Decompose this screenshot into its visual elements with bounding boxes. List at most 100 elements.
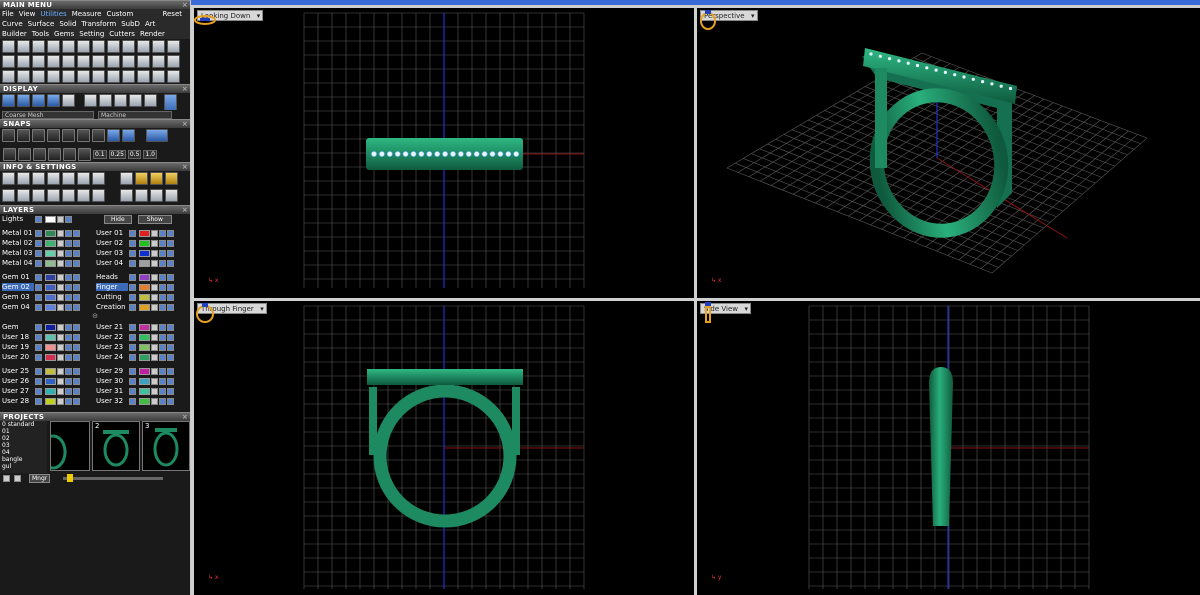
layer-color-swatch[interactable] bbox=[139, 239, 150, 247]
layer-color[interactable] bbox=[45, 215, 56, 223]
menu-cutters[interactable]: Cutters bbox=[109, 30, 135, 38]
lock-icon[interactable] bbox=[57, 323, 64, 331]
layer-name[interactable]: User 25 bbox=[2, 367, 34, 375]
layer-vis[interactable] bbox=[73, 353, 80, 361]
layer-vis[interactable] bbox=[167, 323, 174, 331]
layer-name[interactable]: User 26 bbox=[2, 377, 34, 385]
layer-color-swatch[interactable] bbox=[45, 293, 56, 301]
layer-vis[interactable] bbox=[73, 273, 80, 281]
info-icon[interactable] bbox=[165, 189, 178, 202]
snap-icon[interactable] bbox=[122, 129, 135, 142]
layer-name[interactable]: Finger bbox=[96, 283, 128, 291]
snap-icon[interactable] bbox=[2, 129, 15, 142]
lock-icon[interactable] bbox=[151, 249, 158, 257]
viewport-through-finger[interactable]: Through Finger ↳ x bbox=[194, 301, 694, 595]
layer-name[interactable]: User 01 bbox=[96, 229, 128, 237]
layer-vis[interactable] bbox=[65, 333, 72, 341]
info-icon[interactable] bbox=[77, 189, 90, 202]
layer-toggle[interactable] bbox=[35, 323, 42, 331]
project-item[interactable]: 03 bbox=[2, 442, 47, 449]
shading-icon[interactable] bbox=[47, 94, 60, 107]
tool-icon[interactable] bbox=[77, 40, 90, 53]
layer-color-swatch[interactable] bbox=[139, 249, 150, 257]
layer-toggle[interactable] bbox=[129, 353, 136, 361]
layer-toggle[interactable] bbox=[35, 353, 42, 361]
layer-vis[interactable] bbox=[65, 377, 72, 385]
layer-name[interactable]: User 32 bbox=[96, 397, 128, 405]
layer-toggle[interactable] bbox=[35, 259, 42, 267]
lock-icon[interactable] bbox=[57, 353, 64, 361]
layer-vis[interactable] bbox=[65, 293, 72, 301]
layer-toggle[interactable] bbox=[35, 249, 42, 257]
display-scroll-icon[interactable] bbox=[164, 94, 177, 110]
layer-toggle[interactable] bbox=[35, 343, 42, 351]
tool-icon[interactable] bbox=[122, 70, 135, 83]
tool-icon[interactable] bbox=[2, 55, 15, 68]
lock-icon[interactable] bbox=[151, 259, 158, 267]
menu-view[interactable]: View bbox=[19, 10, 36, 18]
layer-vis[interactable] bbox=[167, 333, 174, 341]
layer-vis[interactable] bbox=[73, 367, 80, 375]
layer-vis[interactable] bbox=[159, 283, 166, 291]
layer-toggle[interactable] bbox=[129, 387, 136, 395]
menu-setting[interactable]: Setting bbox=[79, 30, 104, 38]
menu-surface[interactable]: Surface bbox=[28, 20, 55, 28]
info-icon[interactable] bbox=[120, 189, 133, 202]
viewport-looking-down[interactable]: Looking Down ↳ x bbox=[194, 8, 694, 298]
hide-button[interactable]: Hide bbox=[104, 214, 132, 224]
layer-toggle[interactable] bbox=[129, 303, 136, 311]
layer-vis[interactable] bbox=[159, 353, 166, 361]
tool-icon[interactable] bbox=[32, 70, 45, 83]
layer-color-swatch[interactable] bbox=[45, 283, 56, 291]
up-icon[interactable] bbox=[14, 474, 21, 482]
tool-icon[interactable] bbox=[47, 55, 60, 68]
layer-toggle[interactable] bbox=[129, 249, 136, 257]
project-thumb[interactable]: 2 bbox=[92, 421, 140, 471]
layer-color-swatch[interactable] bbox=[45, 333, 56, 341]
projects-list[interactable]: 0 standard 01 02 03 04 bangle gul bbox=[0, 421, 47, 473]
layer-toggle[interactable] bbox=[129, 229, 136, 237]
layer-color-swatch[interactable] bbox=[139, 323, 150, 331]
layer-vis[interactable] bbox=[65, 239, 72, 247]
snap-value-2[interactable]: 0.5 bbox=[127, 149, 142, 159]
lock-icon[interactable] bbox=[151, 323, 158, 331]
layer-toggle[interactable] bbox=[129, 283, 136, 291]
layer-vis[interactable] bbox=[65, 273, 72, 281]
lock-icon[interactable] bbox=[57, 367, 64, 375]
layer-name[interactable]: Gem 01 bbox=[2, 273, 34, 281]
layer-toggle[interactable] bbox=[35, 239, 42, 247]
tool-icon[interactable] bbox=[17, 55, 30, 68]
lock-icon[interactable] bbox=[57, 215, 64, 223]
mesh-select[interactable]: Coarse Mesh bbox=[2, 110, 94, 119]
menu-custom[interactable]: Custom bbox=[106, 10, 133, 18]
info-icon[interactable] bbox=[92, 172, 105, 185]
layer-vis[interactable] bbox=[65, 249, 72, 257]
tool-icon[interactable] bbox=[17, 40, 30, 53]
show-button[interactable]: Show bbox=[137, 214, 172, 224]
layer-name[interactable]: Metal 04 bbox=[2, 259, 34, 267]
project-item[interactable]: 01 bbox=[2, 428, 47, 435]
layer-vis[interactable] bbox=[73, 259, 80, 267]
layer-color-swatch[interactable] bbox=[45, 397, 56, 405]
info-icon[interactable] bbox=[165, 172, 178, 185]
layer-color-swatch[interactable] bbox=[139, 333, 150, 341]
layer-color-swatch[interactable] bbox=[139, 367, 150, 375]
sphere-icon[interactable] bbox=[129, 94, 142, 107]
layer-vis[interactable] bbox=[159, 273, 166, 281]
layer-vis[interactable] bbox=[73, 377, 80, 385]
layer-color-swatch[interactable] bbox=[45, 239, 56, 247]
layer-color-swatch[interactable] bbox=[45, 303, 56, 311]
layer-toggle[interactable] bbox=[129, 259, 136, 267]
menu-solid[interactable]: Solid bbox=[59, 20, 76, 28]
lock-icon[interactable] bbox=[57, 343, 64, 351]
layer-vis[interactable] bbox=[73, 343, 80, 351]
shading-icon[interactable] bbox=[17, 94, 30, 107]
info-icon[interactable] bbox=[150, 172, 163, 185]
layer-color-swatch[interactable] bbox=[45, 249, 56, 257]
layer-toggle[interactable] bbox=[35, 229, 42, 237]
layer-color-swatch[interactable] bbox=[139, 303, 150, 311]
layer-toggle[interactable] bbox=[129, 239, 136, 247]
layer-name[interactable]: User 04 bbox=[96, 259, 128, 267]
snap-icon[interactable] bbox=[78, 147, 91, 161]
project-item[interactable]: 04 bbox=[2, 449, 47, 456]
